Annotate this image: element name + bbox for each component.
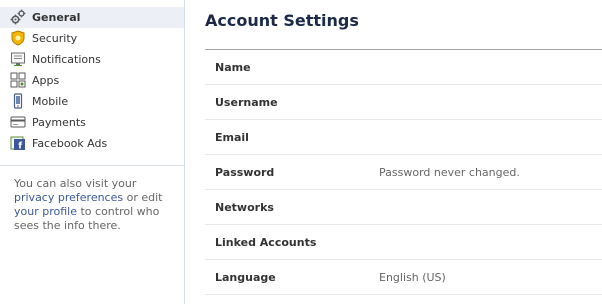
- security-badge-icon: [10, 30, 26, 46]
- settings-row-networks[interactable]: Networks: [205, 190, 602, 225]
- sidebar-item-notifications[interactable]: Notifications: [0, 49, 184, 70]
- sidebar-privacy-note: You can also visit your privacy preferen…: [14, 177, 174, 233]
- sidebar-item-payments[interactable]: Payments: [0, 112, 184, 133]
- row-label: Password: [215, 166, 275, 179]
- account-settings-main: Account Settings Name Username Email Pas…: [205, 0, 602, 304]
- sidebar-item-label: Mobile: [32, 95, 69, 108]
- row-label: Language: [215, 271, 276, 284]
- settings-row-username[interactable]: Username: [205, 85, 602, 120]
- apps-icon: [10, 72, 26, 88]
- sidebar-item-label: General: [32, 11, 81, 24]
- language-value: English (US): [379, 271, 446, 284]
- row-label: Networks: [215, 201, 274, 214]
- notifications-icon: [10, 51, 26, 67]
- settings-row-password[interactable]: Password Password never changed.: [205, 155, 602, 190]
- sidebar-item-label: Apps: [32, 74, 60, 87]
- row-label: Username: [215, 96, 278, 109]
- credit-card-icon: [10, 114, 26, 130]
- settings-sidebar: General Security Notifications Apps Mobi…: [0, 0, 185, 304]
- note-middle: or edit: [123, 191, 163, 204]
- facebook-ads-icon: f: [10, 135, 26, 151]
- settings-list: Name Username Email Password Password ne…: [205, 50, 602, 295]
- settings-row-linked-accounts[interactable]: Linked Accounts: [205, 225, 602, 260]
- settings-row-name[interactable]: Name: [205, 50, 602, 85]
- settings-row-language[interactable]: Language English (US): [205, 260, 602, 295]
- sidebar-item-label: Facebook Ads: [32, 137, 108, 150]
- row-label: Name: [215, 61, 251, 74]
- note-prefix: You can also visit your: [14, 177, 137, 190]
- sidebar-item-label: Notifications: [32, 53, 101, 66]
- account-settings-page: General Security Notifications Apps Mobi…: [0, 0, 602, 304]
- privacy-preferences-link[interactable]: privacy preferences: [14, 191, 123, 204]
- sidebar-item-label: Security: [32, 32, 78, 45]
- svg-text:f: f: [18, 142, 22, 152]
- mobile-phone-icon: [10, 93, 26, 109]
- sidebar-divider: [0, 165, 184, 166]
- sidebar-item-mobile[interactable]: Mobile: [0, 91, 184, 112]
- sidebar-item-label: Payments: [32, 116, 86, 129]
- sidebar-item-apps[interactable]: Apps: [0, 70, 184, 91]
- row-label: Linked Accounts: [215, 236, 317, 249]
- row-label: Email: [215, 131, 249, 144]
- gears-icon: [10, 9, 26, 25]
- your-profile-link[interactable]: your profile: [14, 205, 77, 218]
- sidebar-item-security[interactable]: Security: [0, 28, 184, 49]
- page-title: Account Settings: [205, 11, 359, 30]
- settings-row-email[interactable]: Email: [205, 120, 602, 155]
- sidebar-item-facebook-ads[interactable]: f Facebook Ads: [0, 133, 184, 154]
- sidebar-item-general[interactable]: General: [0, 7, 184, 28]
- password-status: Password never changed.: [379, 166, 520, 179]
